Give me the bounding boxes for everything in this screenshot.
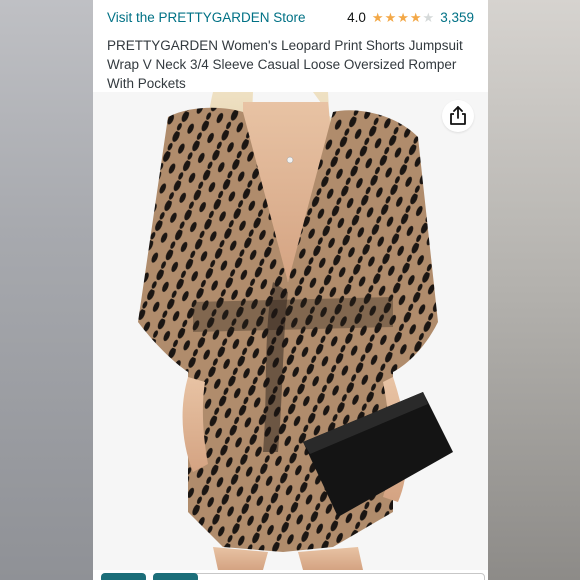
star-icon: ★ — [397, 10, 409, 25]
product-header: Visit the PRETTYGARDEN Store 4.0 ★ ★ ★ ★… — [93, 0, 488, 92]
product-title: PRETTYGARDEN Women's Leopard Print Short… — [107, 38, 463, 91]
product-image[interactable] — [93, 92, 488, 570]
share-button[interactable] — [442, 100, 474, 132]
star-icon: ★ — [409, 10, 422, 25]
action-button-1[interactable] — [101, 573, 146, 580]
review-count-link[interactable]: 3,359 — [440, 10, 474, 25]
product-page: Visit the PRETTYGARDEN Store 4.0 ★ ★ ★ ★… — [93, 0, 488, 580]
rating-summary[interactable]: 4.0 ★ ★ ★ ★ ★ 3,359 — [347, 10, 474, 25]
action-button-2[interactable] — [153, 573, 485, 580]
store-link[interactable]: Visit the PRETTYGARDEN Store — [107, 10, 306, 25]
rating-value: 4.0 — [347, 10, 366, 25]
background-blur-left — [0, 0, 93, 580]
star-icon: ★ — [384, 10, 397, 25]
action-button-2-fill — [153, 573, 198, 580]
background-blur-right — [488, 0, 580, 580]
star-icon: ★ — [371, 10, 384, 25]
star-rating: ★ ★ ★ ★ ★ — [372, 11, 434, 24]
share-icon — [450, 106, 466, 125]
star-empty-icon: ★ — [422, 10, 435, 25]
product-photo-illustration — [93, 92, 488, 570]
